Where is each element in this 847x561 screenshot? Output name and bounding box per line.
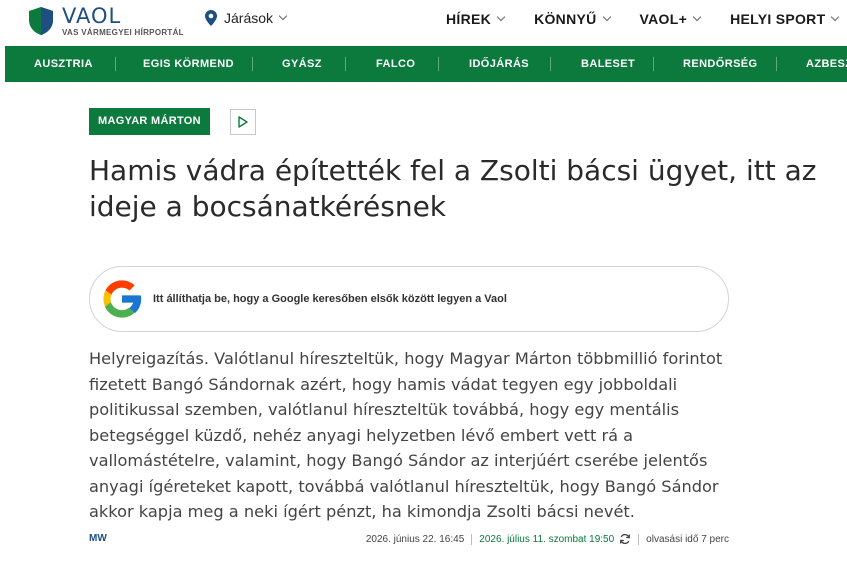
reading-time: olvasási idő 7 perc — [646, 533, 729, 545]
nav-item-helyi-sport[interactable]: HELYI SPORT — [730, 11, 840, 27]
category-idojaras[interactable]: IDŐJÁRÁS — [469, 46, 529, 82]
published-date: 2026. június 22. 16:45 — [365, 533, 465, 545]
updated-date: 2026. július 11. szombat 19:50 — [479, 533, 615, 545]
article-tag[interactable]: MAGYAR MÁRTON — [89, 108, 210, 135]
refresh-icon — [620, 533, 631, 545]
logo-title: VAOL — [62, 4, 122, 28]
site-logo[interactable]: VAOL VAS VÁRMEGYEI HÍRPORTÁL — [28, 5, 184, 37]
article-title: Hamis vádra építették fel a Zsolti bácsi… — [89, 154, 817, 223]
chevron-down-icon — [496, 12, 506, 22]
category-bar: AUSZTRIA EGIS KÖRMEND GYÁSZ FALCO IDŐJÁR… — [5, 46, 847, 82]
article-author[interactable]: MW — [89, 533, 107, 544]
article-lead: Helyreigazítás. Valótlanul híreszteltük,… — [89, 349, 723, 521]
nav-item-hirek[interactable]: HÍREK — [446, 11, 506, 27]
google-preferred-source-banner[interactable]: Itt állíthatja be, hogy a Google keresőb… — [89, 266, 729, 332]
nav-item-konnyu[interactable]: KÖNNYŰ — [534, 11, 611, 27]
category-egis-kormend[interactable]: EGIS KÖRMEND — [143, 46, 234, 82]
map-pin-icon — [205, 10, 217, 26]
play-button[interactable] — [230, 109, 256, 135]
location-dropdown[interactable]: Járások — [205, 10, 288, 26]
nav-item-vaol-plus[interactable]: VAOL+ — [640, 11, 702, 27]
site-header: VAOL VAS VÁRMEGYEI HÍRPORTÁL Járások HÍR… — [0, 0, 847, 46]
article-meta: MW 2026. június 22. 16:45 2026. július 1… — [89, 533, 729, 547]
location-label: Járások — [224, 10, 274, 26]
chevron-down-icon — [602, 12, 611, 22]
play-icon — [238, 116, 248, 128]
category-gyasz[interactable]: GYÁSZ — [282, 46, 322, 82]
google-g-icon — [103, 280, 142, 318]
shield-icon — [29, 7, 53, 35]
category-falco[interactable]: FALCO — [376, 46, 415, 82]
google-banner-text: Itt állíthatja be, hogy a Google keresőb… — [153, 293, 507, 305]
logo-subtitle: VAS VÁRMEGYEI HÍRPORTÁL — [62, 28, 184, 37]
chevron-down-icon — [692, 12, 702, 22]
category-rendorseg[interactable]: RENDŐRSÉG — [683, 46, 758, 82]
main-nav: HÍREK KÖNNYŰ VAOL+ HELYI SPORT — [446, 11, 840, 27]
chevron-down-icon — [278, 11, 288, 21]
category-azbeszt[interactable]: AZBESZT — [806, 46, 847, 82]
category-ausztria[interactable]: AUSZTRIA — [34, 46, 93, 82]
category-baleset[interactable]: BALESET — [581, 46, 635, 82]
chevron-down-icon — [831, 12, 840, 22]
